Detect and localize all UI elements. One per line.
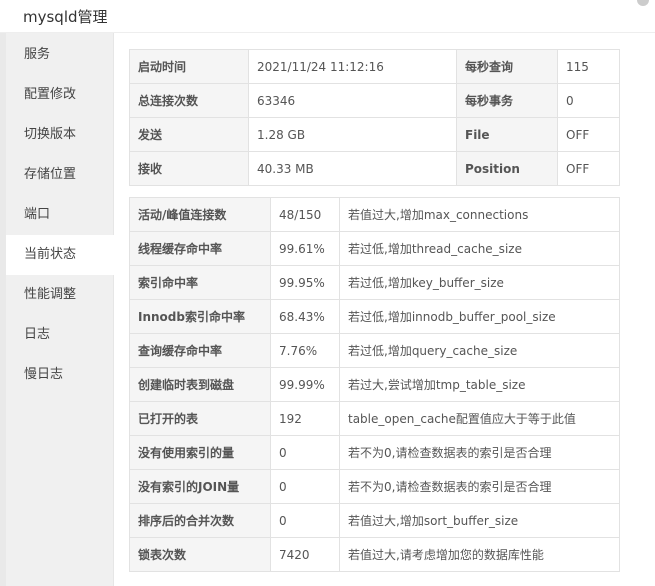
table-row: 发送 1.28 GB File OFF bbox=[129, 117, 620, 152]
sidebar-item-log[interactable]: 日志 bbox=[6, 315, 114, 355]
table-row: 索引命中率 99.95% 若过低,增加key_buffer_size bbox=[129, 265, 620, 300]
status-label: 启动时间 bbox=[129, 49, 249, 84]
sidebar-item-service[interactable]: 服务 bbox=[6, 35, 114, 75]
metric-value: 7420 bbox=[270, 537, 340, 572]
metric-name: 线程缓存命中率 bbox=[129, 231, 271, 266]
metric-hint: 若值过大,请考虑增加您的数据库性能 bbox=[339, 537, 620, 572]
sidebar-item-storage[interactable]: 存储位置 bbox=[6, 155, 114, 195]
metric-value: 7.76% bbox=[270, 333, 340, 368]
status-label: Position bbox=[456, 151, 558, 186]
metric-value: 0 bbox=[270, 469, 340, 504]
metric-hint: 若过低,增加innodb_buffer_pool_size bbox=[339, 299, 620, 334]
sidebar-item-config[interactable]: 配置修改 bbox=[6, 75, 114, 115]
metric-hint: 若值过大,增加max_connections bbox=[339, 197, 620, 232]
table-row: 创建临时表到磁盘 99.99% 若过大,尝试增加tmp_table_size bbox=[129, 367, 620, 402]
table-row: 排序后的合并次数 0 若值过大,增加sort_buffer_size bbox=[129, 503, 620, 538]
table-row: 没有使用索引的量 0 若不为0,请检查数据表的索引是否合理 bbox=[129, 435, 620, 470]
status-value: OFF bbox=[557, 117, 620, 152]
table-row: 接收 40.33 MB Position OFF bbox=[129, 151, 620, 186]
metric-hint: 若不为0,请检查数据表的索引是否合理 bbox=[339, 435, 620, 470]
metric-value: 99.99% bbox=[270, 367, 340, 402]
status-label: 每秒查询 bbox=[456, 49, 558, 84]
status-label: 每秒事务 bbox=[456, 83, 558, 118]
table-row: 线程缓存命中率 99.61% 若过低,增加thread_cache_size bbox=[129, 231, 620, 266]
table-row: 没有索引的JOIN量 0 若不为0,请检查数据表的索引是否合理 bbox=[129, 469, 620, 504]
metric-hint: 若过低,增加query_cache_size bbox=[339, 333, 620, 368]
status-value: 115 bbox=[557, 49, 620, 84]
close-icon[interactable] bbox=[637, 0, 649, 6]
sidebar-item-status[interactable]: 当前状态 bbox=[6, 235, 115, 275]
metric-name: 排序后的合并次数 bbox=[129, 503, 271, 538]
metric-name: Innodb索引命中率 bbox=[129, 299, 271, 334]
status-value: 63346 bbox=[248, 83, 457, 118]
metric-value: 48/150 bbox=[270, 197, 340, 232]
table-row: Innodb索引命中率 68.43% 若过低,增加innodb_buffer_poo… bbox=[129, 299, 620, 334]
metric-hint: 若过低,增加thread_cache_size bbox=[339, 231, 620, 266]
status-value: 1.28 GB bbox=[248, 117, 457, 152]
metric-value: 99.95% bbox=[270, 265, 340, 300]
table-row: 启动时间 2021/11/24 11:12:16 每秒查询 115 bbox=[129, 49, 620, 84]
metric-name: 锁表次数 bbox=[129, 537, 271, 572]
metric-value: 68.43% bbox=[270, 299, 340, 334]
window-title: mysqld管理 bbox=[23, 8, 108, 26]
sidebar-item-version[interactable]: 切换版本 bbox=[6, 115, 114, 155]
sidebar-item-performance[interactable]: 性能调整 bbox=[6, 275, 114, 315]
status-value: OFF bbox=[557, 151, 620, 186]
table-row: 已打开的表 192 table_open_cache配置值应大于等于此值 bbox=[129, 401, 620, 436]
status-value: 40.33 MB bbox=[248, 151, 457, 186]
metric-name: 创建临时表到磁盘 bbox=[129, 367, 271, 402]
metric-hint: 若过低,增加key_buffer_size bbox=[339, 265, 620, 300]
sidebar: 服务 配置修改 切换版本 存储位置 端口 当前状态 性能调整 日志 慢日志 bbox=[6, 33, 115, 586]
metric-value: 0 bbox=[270, 503, 340, 538]
status-label: File bbox=[456, 117, 558, 152]
metric-value: 192 bbox=[270, 401, 340, 436]
metric-hint: 若过大,尝试增加tmp_table_size bbox=[339, 367, 620, 402]
metric-hint: 若值过大,增加sort_buffer_size bbox=[339, 503, 620, 538]
status-label: 发送 bbox=[129, 117, 249, 152]
table-row: 锁表次数 7420 若值过大,请考虑增加您的数据库性能 bbox=[129, 537, 620, 572]
status-value: 0 bbox=[557, 83, 620, 118]
table-row: 活动/峰值连接数 48/150 若值过大,增加max_connections bbox=[129, 197, 620, 232]
sidebar-item-slow-log[interactable]: 慢日志 bbox=[6, 355, 114, 395]
metric-name: 没有使用索引的量 bbox=[129, 435, 271, 470]
status-label: 总连接次数 bbox=[129, 83, 249, 118]
main-content: 启动时间 2021/11/24 11:12:16 每秒查询 115 总连接次数 … bbox=[115, 33, 655, 586]
metric-name: 没有索引的JOIN量 bbox=[129, 469, 271, 504]
metric-hint: 若不为0,请检查数据表的索引是否合理 bbox=[339, 469, 620, 504]
metric-name: 索引命中率 bbox=[129, 265, 271, 300]
status-table: 启动时间 2021/11/24 11:12:16 每秒查询 115 总连接次数 … bbox=[129, 49, 620, 186]
metric-hint: table_open_cache配置值应大于等于此值 bbox=[339, 401, 620, 436]
metric-value: 0 bbox=[270, 435, 340, 470]
performance-metrics-table: 活动/峰值连接数 48/150 若值过大,增加max_connections 线程缓… bbox=[129, 197, 620, 572]
metric-name: 已打开的表 bbox=[129, 401, 271, 436]
status-label: 接收 bbox=[129, 151, 249, 186]
status-value: 2021/11/24 11:12:16 bbox=[248, 49, 457, 84]
sidebar-item-port[interactable]: 端口 bbox=[6, 195, 114, 235]
metric-value: 99.61% bbox=[270, 231, 340, 266]
title-bar: mysqld管理 bbox=[0, 0, 655, 33]
table-row: 总连接次数 63346 每秒事务 0 bbox=[129, 83, 620, 118]
table-row: 查询缓存命中率 7.76% 若过低,增加query_cache_size bbox=[129, 333, 620, 368]
metric-name: 查询缓存命中率 bbox=[129, 333, 271, 368]
metric-name: 活动/峰值连接数 bbox=[129, 197, 271, 232]
